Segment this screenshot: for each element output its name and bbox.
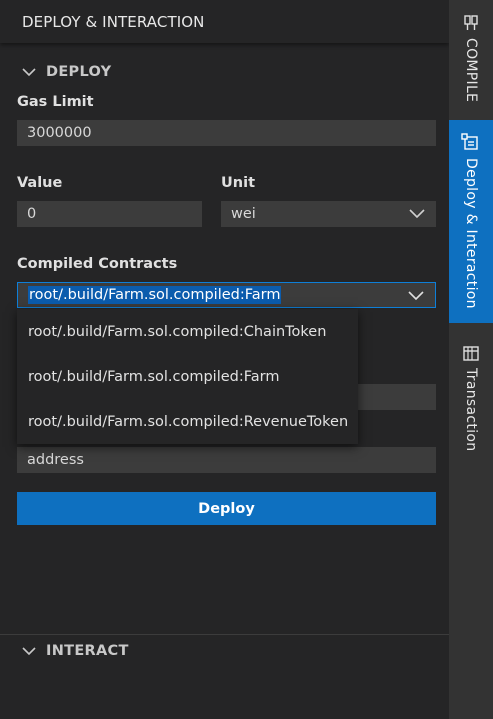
value-label: Value (17, 175, 63, 191)
gas-limit-label: Gas Limit (17, 94, 94, 110)
chevron-down-icon (22, 647, 36, 656)
gas-limit-input[interactable] (17, 120, 436, 146)
deploy-section-label: DEPLOY (46, 64, 112, 80)
chevron-down-icon (409, 209, 425, 219)
contract-option[interactable]: root/.build/Farm.sol.compiled:ChainToken (17, 309, 358, 354)
section-divider (0, 634, 449, 635)
interact-section-header[interactable]: INTERACT (0, 636, 449, 666)
compiled-contracts-selected: root/.build/Farm.sol.compiled:Farm (28, 286, 282, 304)
interact-section-label: INTERACT (46, 643, 129, 659)
tab-deploy-interaction-label: Deploy & Interaction (463, 158, 479, 309)
chevron-down-icon (22, 68, 36, 77)
tab-compile[interactable]: COMPILE (449, 0, 493, 120)
unit-select[interactable]: wei (221, 201, 436, 227)
tab-transaction-label: Transaction (463, 368, 479, 452)
contract-dropdown-list: root/.build/Farm.sol.compiled:ChainToken… (17, 309, 358, 444)
contract-option[interactable]: root/.build/Farm.sol.compiled:Farm (17, 354, 358, 399)
compiled-contracts-label: Compiled Contracts (17, 256, 178, 272)
deploy-button[interactable]: Deploy (17, 492, 436, 525)
transaction-icon (463, 346, 479, 361)
tab-transaction[interactable]: Transaction (449, 330, 493, 460)
constructor-address-input[interactable] (17, 447, 436, 473)
unit-selected-value: wei (231, 206, 256, 222)
tab-compile-label: COMPILE (463, 38, 479, 103)
deploy-section-header[interactable]: DEPLOY (0, 57, 449, 87)
tab-deploy-interaction[interactable]: Deploy & Interaction (449, 120, 493, 323)
deploy-interaction-panel: DEPLOY & INTERACTION DEPLOY Gas Limit Va… (0, 0, 449, 719)
compile-icon (464, 15, 478, 30)
contract-option[interactable]: root/.build/Farm.sol.compiled:RevenueTok… (17, 399, 358, 444)
chevron-down-icon (408, 291, 424, 301)
value-input[interactable] (17, 201, 202, 227)
unit-label: Unit (221, 175, 255, 191)
side-tab-bar: COMPILE Deploy & Interaction Transaction (449, 0, 493, 719)
panel-title: DEPLOY & INTERACTION (0, 0, 449, 43)
compiled-contracts-select[interactable]: root/.build/Farm.sol.compiled:Farm (17, 282, 436, 308)
deploy-icon (461, 133, 478, 150)
